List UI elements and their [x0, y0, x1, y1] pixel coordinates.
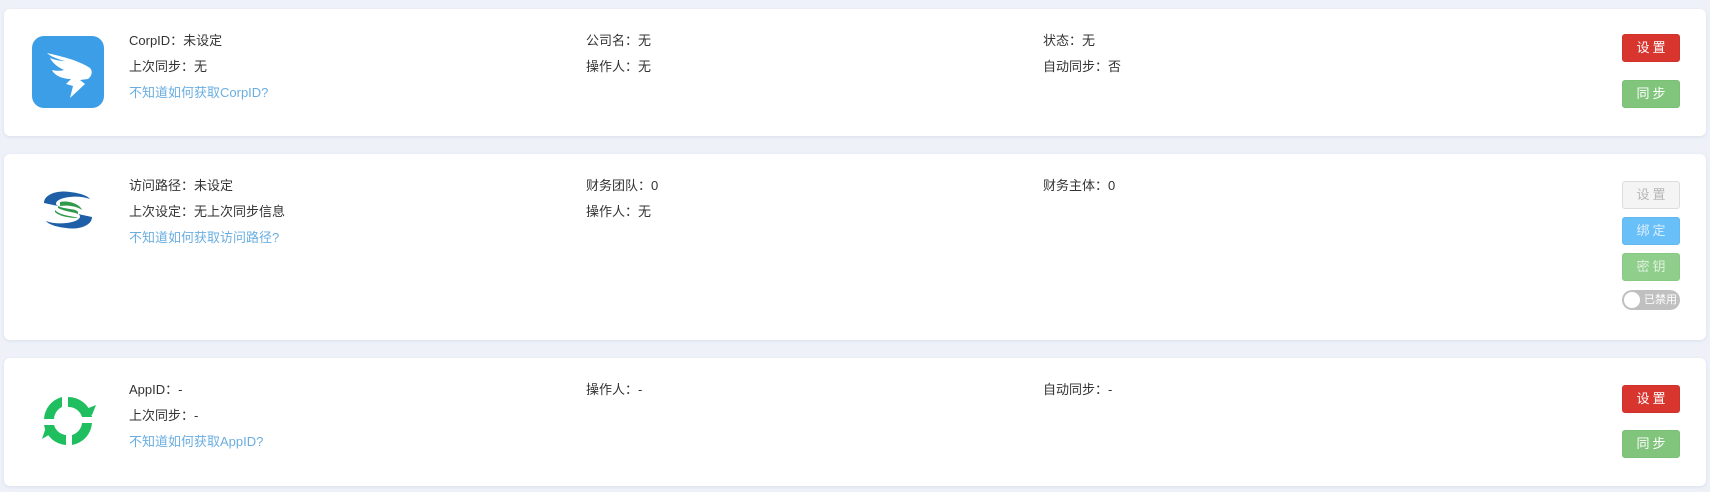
appid-help-link[interactable]: 不知道如何获取AppID? — [129, 434, 263, 450]
settings-button[interactable]: 设置 — [1622, 385, 1680, 413]
auto-sync-field: 自动同步：否 — [1043, 59, 1122, 74]
operator-field: 操作人：无 — [586, 59, 652, 74]
access-path-help-link[interactable]: 不知道如何获取访问路径? — [129, 230, 279, 246]
corpid-field: CorpID：未设定 — [129, 33, 223, 48]
dingtalk-logo-icon — [30, 34, 106, 110]
operator-field: 操作人：- — [586, 382, 643, 397]
access-path-field: 访问路径：未设定 — [129, 178, 234, 193]
auto-sync-field: 自动同步：- — [1043, 382, 1113, 397]
last-sync-field: 上次同步：- — [129, 408, 199, 423]
key-button[interactable]: 密钥 — [1622, 253, 1680, 281]
bind-button[interactable]: 绑定 — [1622, 217, 1680, 245]
dingtalk-integration-card: CorpID：未设定 公司名：无 状态：无 上次同步：无 操作人：无 自动同步：… — [4, 9, 1706, 136]
enable-toggle[interactable]: 已禁用 — [1622, 290, 1680, 310]
wechat-work-logo-icon — [30, 383, 106, 459]
last-setting-field: 上次设定：无上次同步信息 — [129, 204, 286, 219]
bank-logo-icon — [30, 172, 106, 248]
finance-team-field: 财务团队：0 — [586, 178, 659, 193]
bank-integration-card: 访问路径：未设定 财务团队：0 财务主体：0 上次设定：无上次同步信息 操作人：… — [4, 154, 1706, 340]
status-field: 状态：无 — [1043, 33, 1096, 48]
sync-button[interactable]: 同步 — [1622, 80, 1680, 108]
toggle-knob — [1624, 292, 1640, 308]
operator-field: 操作人：无 — [586, 204, 652, 219]
corpid-help-link[interactable]: 不知道如何获取CorpID? — [129, 85, 268, 101]
wechat-work-integration-card: AppID：- 操作人：- 自动同步：- 上次同步：- 不知道如何获取AppID… — [4, 358, 1706, 486]
sync-button[interactable]: 同步 — [1622, 430, 1680, 458]
toggle-label: 已禁用 — [1644, 294, 1677, 306]
settings-button[interactable]: 设置 — [1622, 34, 1680, 62]
last-sync-field: 上次同步：无 — [129, 59, 208, 74]
settings-button[interactable]: 设置 — [1622, 181, 1680, 209]
company-name-field: 公司名：无 — [586, 33, 652, 48]
finance-entity-field: 财务主体：0 — [1043, 178, 1116, 193]
appid-field: AppID：- — [129, 382, 183, 397]
